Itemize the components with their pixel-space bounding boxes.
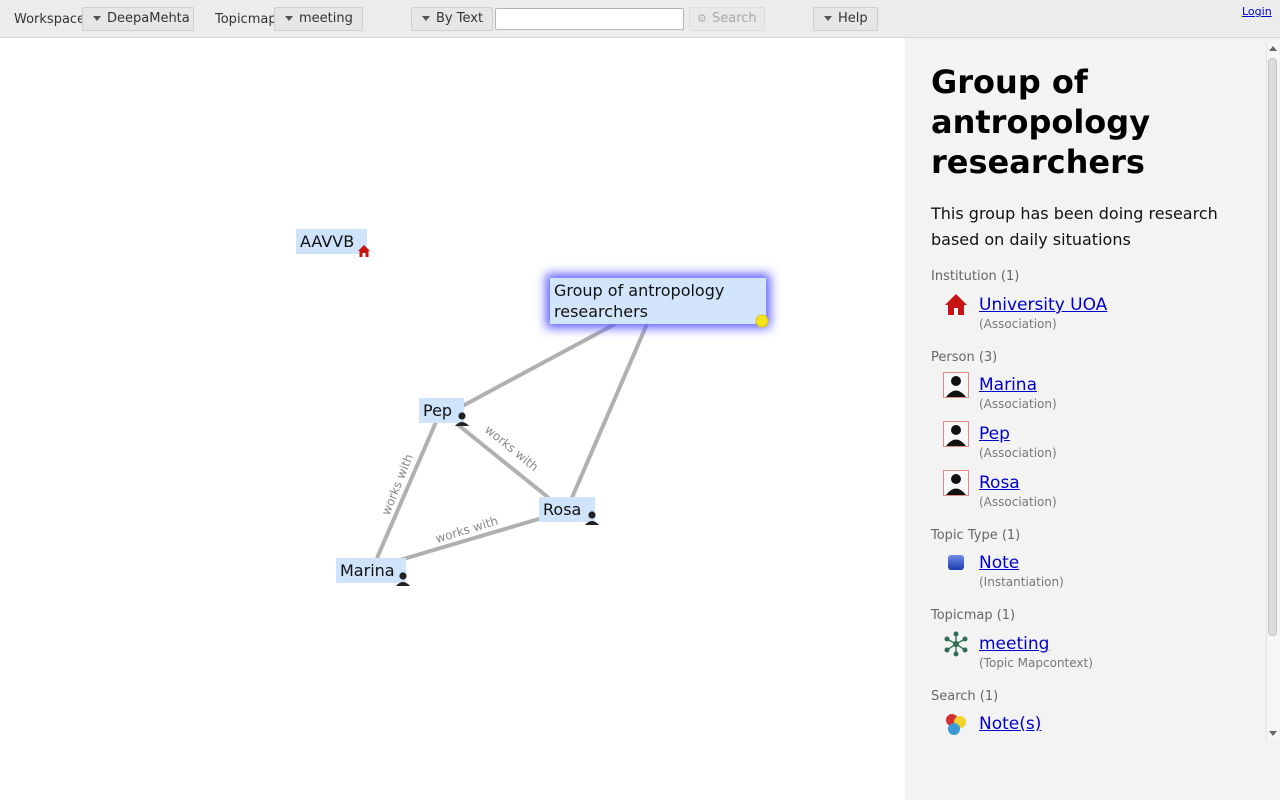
login-link[interactable]: Login — [1242, 5, 1272, 18]
topic-label: Pep — [423, 401, 453, 420]
topic-label: AAVVB — [300, 232, 355, 251]
topic-description: This group has been doing research based… — [931, 204, 1218, 249]
related-type: (Instantiation) — [979, 575, 1064, 589]
help-button-label: Help — [838, 11, 868, 26]
detail-panel: Group of antropology researchers This gr… — [905, 38, 1280, 800]
section-heading-topic-type: Topic Type (1) — [931, 528, 1021, 543]
section-heading-search: Search (1) — [931, 689, 999, 704]
related-type: (Association) — [979, 495, 1057, 509]
topicmap-select-value: meeting — [299, 11, 353, 26]
workspace-select-value: DeepaMehta — [107, 11, 190, 26]
person-icon — [585, 511, 599, 525]
search-mode-value: By Text — [436, 11, 484, 26]
association-edge[interactable] — [454, 322, 616, 412]
association-edge[interactable] — [569, 323, 649, 501]
topic-label: Group of antropology researchers — [554, 281, 725, 321]
section-heading-person: Person (3) — [931, 350, 998, 365]
person-icon — [943, 372, 969, 398]
topic-label: Rosa — [543, 500, 582, 519]
note-icon — [948, 555, 964, 570]
search-button[interactable]: ⚙ Search — [689, 7, 765, 31]
chevron-down-icon — [285, 16, 293, 21]
gear-icon: ⚙ — [697, 12, 707, 25]
related-link-notes[interactable]: Note(s) — [979, 714, 1041, 734]
topicmap-canvas[interactable]: works with works with works with AAVVB G… — [0, 38, 905, 800]
related-link-rosa[interactable]: Rosa — [979, 473, 1020, 493]
chevron-down-icon — [422, 16, 430, 21]
help-button[interactable]: Help — [813, 7, 878, 31]
person-icon — [396, 572, 410, 586]
workspace-label: Workspace — [14, 12, 86, 27]
search-mode-select[interactable]: By Text — [411, 7, 493, 31]
workspace-select[interactable]: DeepaMehta — [82, 7, 194, 31]
related-link-meeting[interactable]: meeting — [979, 634, 1049, 654]
scroll-up-arrow-icon[interactable] — [1269, 46, 1277, 51]
related-type: (Association) — [979, 446, 1057, 460]
topic-group-of-antropology-researchers[interactable]: Group of antropology researchers — [550, 278, 766, 324]
section-heading-institution: Institution (1) — [931, 269, 1020, 284]
person-icon — [943, 421, 969, 447]
note-icon — [755, 314, 769, 328]
topicmap-label: Topicmap — [215, 12, 277, 27]
person-icon — [455, 412, 469, 426]
chevron-down-icon — [93, 16, 101, 21]
related-type: (Association) — [979, 397, 1057, 411]
person-icon — [943, 470, 969, 496]
search-button-label: Search — [712, 11, 757, 26]
institution-icon — [945, 294, 967, 315]
search-input[interactable] — [495, 8, 684, 30]
topicmap-select[interactable]: meeting — [274, 7, 363, 31]
page-title: Group of antropology researchers — [931, 63, 1151, 181]
section-heading-topicmap: Topicmap (1) — [931, 608, 1016, 623]
related-type: (Topic Mapcontext) — [979, 656, 1093, 670]
topic-label: Marina — [340, 561, 395, 580]
search-result-icon — [946, 714, 966, 735]
related-type: (Association) — [979, 317, 1057, 331]
institution-icon — [358, 245, 370, 257]
related-link-marina[interactable]: Marina — [979, 375, 1037, 395]
association-edge[interactable] — [375, 421, 438, 559]
detail-panel-scrollbar[interactable] — [1266, 42, 1279, 740]
related-link-university-uoa[interactable]: University UOA — [979, 295, 1107, 315]
scrollbar-thumb[interactable] — [1268, 58, 1277, 636]
toolbar: Workspace DeepaMehta Topicmap meeting By… — [0, 0, 1280, 38]
chevron-down-icon — [824, 16, 832, 21]
scroll-down-arrow-icon[interactable] — [1269, 731, 1277, 736]
related-link-note[interactable]: Note — [979, 553, 1019, 573]
related-link-pep[interactable]: Pep — [979, 424, 1010, 444]
topicmap-icon — [944, 631, 968, 657]
